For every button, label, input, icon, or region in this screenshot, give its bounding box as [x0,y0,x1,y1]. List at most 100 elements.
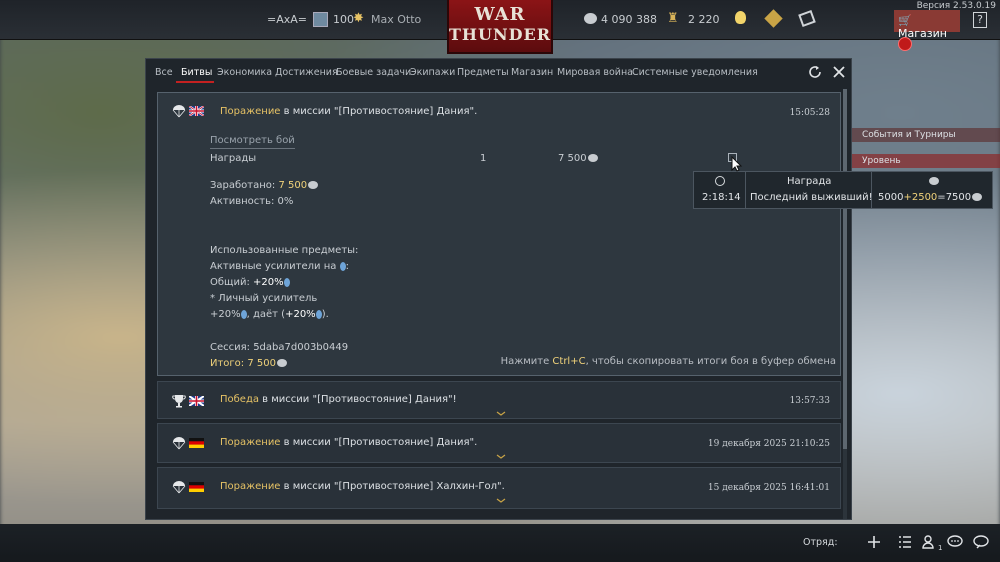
gives-value: +20% [285,309,316,320]
chat-private-icon[interactable] [973,534,989,550]
general-value: +20% [253,277,284,288]
active-boosters-line: Активные усилители на : [210,261,349,272]
shop-button[interactable]: 🛒Магазин [894,10,960,40]
tab-achievements[interactable]: Достижения [275,67,338,78]
friends-count: 1 [938,544,943,552]
notifications-panel: Все Битвы Экономика Достижения Боевые за… [145,58,852,520]
tab-system-notifications[interactable]: Системные уведомления [632,67,758,78]
calc-base: 5000 [878,192,904,203]
battle-mission: в миссии "[Противостояние] Дания"! [259,394,457,405]
copy-hint: Нажмите Ctrl+C, чтобы скопировать итоги … [501,356,836,367]
copy-hint-pre: Нажмите [500,356,553,367]
silver-lions-balance[interactable]: 4 090 388 [601,13,657,26]
battle-card[interactable]: Победа в миссии "[Противостояние] Дания"… [157,381,841,419]
research-points-icon [283,277,290,287]
session-line: Сессия: 5daba7d003b0449 [210,342,349,353]
cart-icon: 🛒 [898,14,912,27]
chat-icon[interactable] [947,534,963,550]
research-points-icon [315,309,322,319]
premium-icon[interactable] [764,9,783,28]
tab-economy[interactable]: Экономика [217,67,272,78]
clock-icon [715,176,725,186]
tab-shop[interactable]: Магазин [511,67,553,78]
battle-title: Поражение в миссии "[Противостояние] Хал… [220,481,505,492]
battle-time: 15 декабря 2025 16:41:01 [707,483,830,493]
tab-battles[interactable]: Битвы [181,67,212,78]
tab-all[interactable]: Все [155,67,173,78]
calc-total: 7500 [945,192,972,203]
personal-booster-line: * Личный усилитель [210,293,318,304]
calc-bonus: 2500 [911,192,938,203]
battle-mission: в миссии "[Противостояние] Дания". [280,437,478,448]
silver-lions-icon [308,181,319,189]
war-thunder-logo[interactable]: WAR THUNDER [447,0,553,54]
mouse-cursor-icon [731,156,743,172]
scrollbar[interactable] [843,89,847,519]
chevron-down-icon[interactable] [496,454,506,460]
general-label: Общий: [210,277,254,288]
list-icon[interactable] [897,534,913,550]
tab-battle-tasks[interactable]: Боевые задачи [336,67,411,78]
research-points-icon [339,261,346,271]
refresh-icon[interactable] [807,64,823,80]
battle-status: Поражение [220,106,281,117]
tooltip-time: 2:18:14 [702,192,741,203]
tab-items[interactable]: Предметы [457,67,509,78]
tooltip-calc: 5000+2500=7500 [878,192,983,203]
rewards-label: Награды [210,153,257,164]
side-menu-events[interactable]: События и Турниры [862,130,956,140]
gives-label: , даёт ( [246,309,286,320]
add-squad-icon[interactable] [866,534,882,550]
parachute-icon [172,481,186,494]
germany-flag-icon [189,482,204,492]
player-name[interactable]: Max Otto [371,13,421,26]
help-button[interactable]: ? [973,12,987,28]
silver-lions-icon [584,13,597,24]
active-boosters-label: Активные усилители на [210,261,340,272]
battle-card-expanded[interactable]: Поражение в миссии "[Противостояние] Дан… [157,92,841,376]
player-level: 100 [333,13,354,26]
clan-tag[interactable]: =AxA= [267,13,307,26]
battle-mission: в миссии "[Противостояние] Халхин-Гол". [280,481,505,492]
parachute-icon [172,437,186,450]
germany-flag-icon [189,438,204,448]
lightbulb-icon[interactable] [735,11,746,24]
logo-line2: THUNDER [449,25,551,44]
battle-card[interactable]: Поражение в миссии "[Противостояние] Дан… [157,423,841,463]
side-menu-levels[interactable]: Уровень [862,156,901,166]
earned-line: Заработано: 7 500 [210,180,319,191]
used-items-heading: Использованные предметы: [210,245,359,256]
view-battle-link[interactable]: Посмотреть бой [210,135,295,149]
copy-hint-post: , чтобы скопировать итоги боя в буфер об… [585,356,836,367]
battle-title: Победа в миссии "[Противостояние] Дания"… [220,394,457,405]
squad-label: Отряд: [803,537,838,548]
battle-mission: в миссии "[Противостояние] Дания". [280,106,478,117]
player-avatar[interactable] [313,12,328,27]
scroll-thumb[interactable] [843,89,847,449]
coupon-icon[interactable] [798,9,816,28]
tab-crews[interactable]: Экипажи [410,67,455,78]
close-icon[interactable] [831,64,847,80]
silver-lions-icon [972,193,983,201]
power-icon[interactable] [898,37,912,51]
silver-lions-icon [929,177,939,185]
tab-world-war[interactable]: Мировая война [557,67,633,78]
chevron-down-icon[interactable] [496,411,506,417]
battle-card[interactable]: Поражение в миссии "[Противостояние] Хал… [157,467,841,509]
golden-eagles-icon: ♜ [667,11,679,26]
copy-hint-key: Ctrl+C [552,356,586,367]
parachute-icon [172,105,186,118]
bottom-bar: Отряд: 1 [0,524,1000,562]
general-booster-line: Общий: +20% [210,277,290,288]
logo-line1: WAR [474,4,526,25]
earned-label: Заработано: [210,180,279,191]
activity-line: Активность: 0% [210,196,294,207]
version-label: Версия 2.53.0.19 [916,1,996,11]
golden-eagles-balance[interactable]: 2 220 [688,13,720,26]
total-value: 7 500 [247,358,276,369]
battle-time: 13:57:33 [789,396,830,406]
reward-tooltip: 2:18:14 Награда Последний выживший! 5000… [693,171,993,209]
chevron-down-icon[interactable] [496,498,506,504]
friends-icon[interactable] [922,534,938,550]
silver-lions-icon [587,154,598,162]
